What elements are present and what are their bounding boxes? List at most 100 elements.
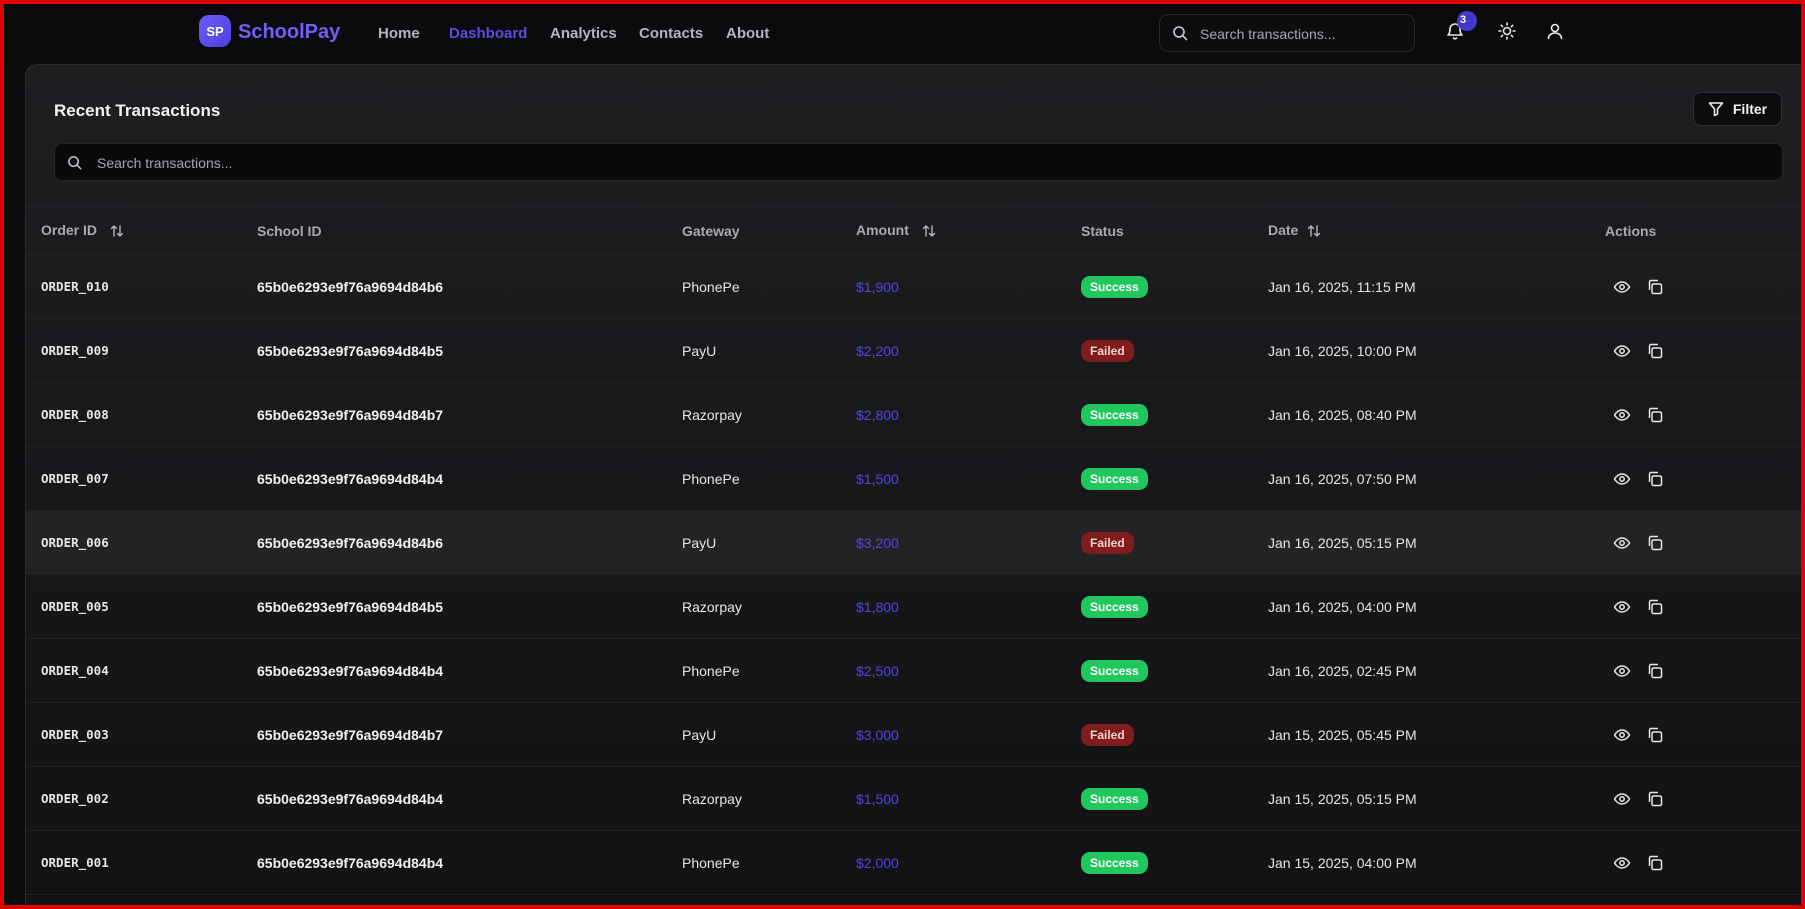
amount-cell: $1,800: [856, 598, 899, 615]
order-id-cell: ORDER_008: [41, 407, 109, 422]
table-row[interactable]: ORDER_003 65b0e6293e9f76a9694d84b7 PayU $3,…: [26, 703, 1801, 767]
order-id-cell: ORDER_001: [41, 855, 109, 870]
order-id-cell: ORDER_007: [41, 471, 109, 486]
eye-icon[interactable]: [1613, 854, 1631, 872]
column-header-amount[interactable]: Amount: [856, 207, 1081, 255]
eye-icon[interactable]: [1613, 278, 1631, 296]
table-row[interactable]: ORDER_002 65b0e6293e9f76a9694d84b4 Razorpa…: [26, 767, 1801, 831]
school-id-cell: 65b0e6293e9f76a9694d84b7: [257, 406, 444, 423]
school-id-cell: 65b0e6293e9f76a9694d84b4: [257, 790, 444, 807]
copy-icon[interactable]: [1646, 662, 1664, 680]
copy-icon[interactable]: [1646, 278, 1664, 296]
eye-icon[interactable]: [1613, 598, 1631, 616]
table-row[interactable]: ORDER_001 65b0e6293e9f76a9694d84b4 PhonePe…: [26, 831, 1801, 895]
status-cell: Success: [1081, 255, 1268, 319]
nav-link-dashboard[interactable]: Dashboard: [449, 25, 527, 42]
copy-icon[interactable]: [1646, 342, 1664, 360]
actions-cell: [1605, 639, 1801, 703]
nav-link-home[interactable]: Home: [378, 25, 420, 42]
copy-icon[interactable]: [1646, 726, 1664, 744]
column-header-label: Date: [1268, 221, 1299, 238]
table-row[interactable]: ORDER_004 65b0e6293e9f76a9694d84b4 PhonePe…: [26, 639, 1801, 703]
date-cell: Jan 15, 2025, 05:45 PM: [1268, 726, 1417, 743]
amount-cell: $3,000: [856, 726, 899, 743]
user-icon[interactable]: [1545, 21, 1565, 41]
actions-cell: [1605, 255, 1801, 319]
status-cell: Success: [1081, 767, 1268, 831]
nav-link-about[interactable]: About: [726, 25, 769, 42]
order-id-cell: ORDER_002: [41, 791, 109, 806]
copy-icon[interactable]: [1646, 534, 1664, 552]
top-search-box[interactable]: [1159, 14, 1415, 53]
copy-icon[interactable]: [1646, 598, 1664, 616]
column-header-label: Status: [1081, 222, 1124, 239]
column-header-date[interactable]: Date: [1268, 207, 1605, 255]
actions-cell: [1605, 447, 1801, 511]
date-cell: Jan 16, 2025, 05:15 PM: [1268, 534, 1417, 551]
sort-icon[interactable]: [921, 223, 937, 239]
sort-icon[interactable]: [109, 223, 125, 239]
order-id-cell: ORDER_006: [41, 535, 109, 550]
order-id-cell: ORDER_010: [41, 279, 109, 294]
amount-cell: $3,200: [856, 534, 899, 551]
table-header-row: Order ID School ID Gateway Amount Status: [26, 206, 1801, 255]
eye-icon[interactable]: [1613, 342, 1631, 360]
app-name[interactable]: SchoolPay: [238, 21, 340, 44]
amount-cell: $2,200: [856, 342, 899, 359]
nav-link-analytics[interactable]: Analytics: [550, 25, 617, 42]
column-header-school-id: School ID: [257, 207, 682, 255]
column-header-label: Gateway: [682, 222, 740, 239]
filter-button[interactable]: Filter: [1693, 92, 1782, 126]
eye-icon[interactable]: [1613, 790, 1631, 808]
status-cell: Failed: [1081, 319, 1268, 383]
card-title: Recent Transactions: [54, 101, 221, 120]
column-header-label: Amount: [856, 221, 909, 238]
copy-icon[interactable]: [1646, 854, 1664, 872]
copy-icon[interactable]: [1646, 406, 1664, 424]
date-cell: Jan 16, 2025, 07:50 PM: [1268, 470, 1417, 487]
status-cell: Failed: [1081, 703, 1268, 767]
sun-icon[interactable]: [1497, 21, 1517, 41]
app-window: SP SchoolPay Home Dashboard Analytics Co…: [0, 0, 1805, 909]
actions-cell: [1605, 319, 1801, 383]
sort-icon[interactable]: [1306, 223, 1322, 239]
gateway-cell: Razorpay: [682, 790, 742, 807]
order-id-cell: ORDER_003: [41, 727, 109, 742]
eye-icon[interactable]: [1613, 534, 1631, 552]
table-row[interactable]: ORDER_006 65b0e6293e9f76a9694d84b6 PayU $3,…: [26, 510, 1801, 575]
eye-icon[interactable]: [1613, 406, 1631, 424]
table-search-box[interactable]: [54, 143, 1783, 182]
school-id-cell: 65b0e6293e9f76a9694d84b7: [257, 726, 444, 743]
school-id-cell: 65b0e6293e9f76a9694d84b6: [257, 534, 444, 551]
table-row[interactable]: ORDER_009 65b0e6293e9f76a9694d84b5 PayU $2,…: [26, 319, 1801, 383]
eye-icon[interactable]: [1613, 662, 1631, 680]
amount-cell: $2,500: [856, 662, 899, 679]
status-badge: Success: [1081, 659, 1148, 682]
logo-badge[interactable]: SP: [199, 15, 231, 47]
top-search-input[interactable]: [1198, 15, 1408, 53]
copy-icon[interactable]: [1646, 470, 1664, 488]
table-row[interactable]: ORDER_007 65b0e6293e9f76a9694d84b4 PhonePe…: [26, 447, 1801, 511]
date-cell: Jan 16, 2025, 10:00 PM: [1268, 342, 1417, 359]
table-search-input[interactable]: [95, 144, 1769, 182]
table-row[interactable]: ORDER_008 65b0e6293e9f76a9694d84b7 Razorpa…: [26, 383, 1801, 447]
actions-cell: [1605, 831, 1801, 895]
status-badge: Failed: [1081, 339, 1134, 362]
status-cell: Failed: [1081, 511, 1268, 575]
nav-link-contacts[interactable]: Contacts: [639, 25, 703, 42]
table-row[interactable]: ORDER_010 65b0e6293e9f76a9694d84b6 PhonePe…: [26, 255, 1801, 319]
status-cell: Success: [1081, 383, 1268, 447]
gateway-cell: PayU: [682, 342, 717, 359]
amount-cell: $2,000: [856, 854, 899, 871]
school-id-cell: 65b0e6293e9f76a9694d84b6: [257, 278, 444, 295]
eye-icon[interactable]: [1613, 726, 1631, 744]
filter-button-label: Filter: [1732, 101, 1768, 117]
actions-cell: [1605, 511, 1801, 575]
amount-cell: $1,500: [856, 470, 899, 487]
date-cell: Jan 15, 2025, 04:00 PM: [1268, 854, 1417, 871]
eye-icon[interactable]: [1613, 470, 1631, 488]
filter-icon: [1708, 102, 1724, 117]
copy-icon[interactable]: [1646, 790, 1664, 808]
column-header-order-id[interactable]: Order ID: [26, 207, 257, 255]
table-row[interactable]: ORDER_005 65b0e6293e9f76a9694d84b5 Razorpa…: [26, 575, 1801, 639]
